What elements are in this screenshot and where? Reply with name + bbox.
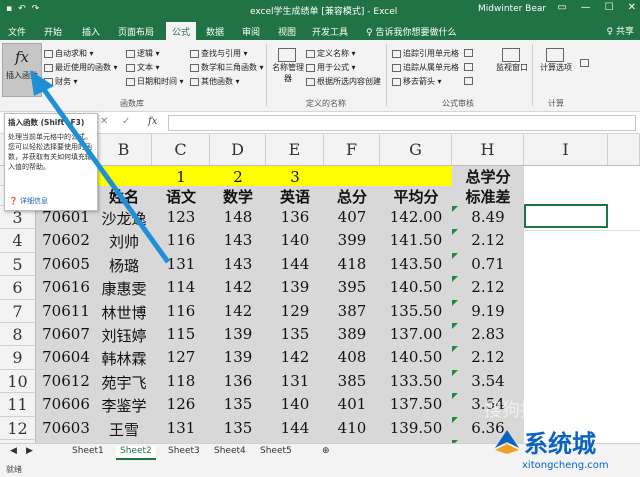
watermark-brand: 系统城 xyxy=(524,430,596,458)
arrow-shaft xyxy=(37,82,171,264)
watermark-url: xitongcheng.com xyxy=(522,460,609,471)
arrow-head xyxy=(30,70,54,96)
watermark: 系统城 xitongcheng.com xyxy=(488,420,638,476)
watermark-logo-icon xyxy=(495,430,519,454)
annotation-arrow xyxy=(30,70,171,264)
